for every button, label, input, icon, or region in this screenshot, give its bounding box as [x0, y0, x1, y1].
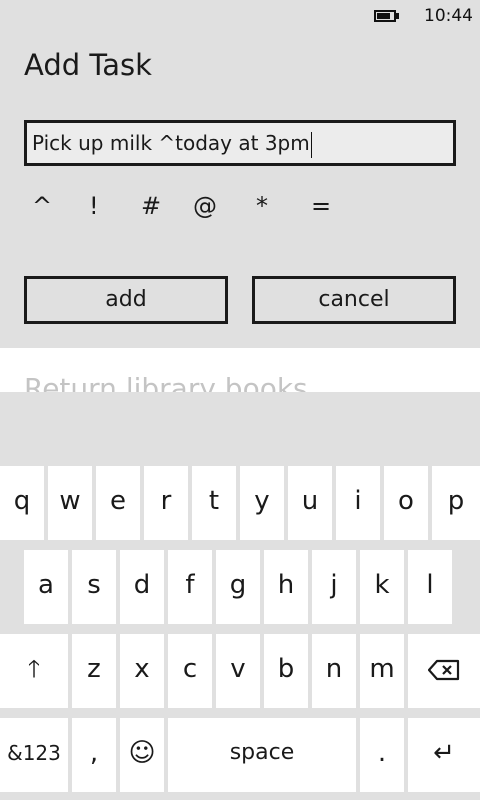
key-o[interactable]: o [384, 466, 428, 540]
key-n[interactable]: n [312, 634, 356, 708]
numbers-key[interactable]: &123 [0, 718, 68, 792]
key-c[interactable]: c [168, 634, 212, 708]
on-screen-keyboard: q w e r t y u i o p a s d f g h j k l 🡑 … [0, 392, 480, 800]
key-z[interactable]: z [72, 634, 116, 708]
cancel-button[interactable]: cancel [252, 276, 456, 324]
key-g[interactable]: g [216, 550, 260, 624]
period-key[interactable]: . [360, 718, 404, 792]
task-list: Return library books ... [0, 348, 480, 392]
backspace-key[interactable] [408, 634, 480, 708]
key-h[interactable]: h [264, 550, 308, 624]
key-t[interactable]: t [192, 466, 236, 540]
symbol-at-button[interactable]: @ [193, 192, 217, 220]
key-s[interactable]: s [72, 550, 116, 624]
backspace-icon [427, 659, 460, 680]
add-task-panel: Add Task Pick up milk ^today at 3pm ^ ! … [0, 32, 480, 348]
task-input-value: Pick up milk ^today at 3pm [32, 131, 310, 155]
key-f[interactable]: f [168, 550, 212, 624]
status-bar: 10:44 [0, 0, 480, 32]
key-k[interactable]: k [360, 550, 404, 624]
symbol-equals-button[interactable]: = [311, 192, 331, 220]
emoji-key[interactable]: ☺ [120, 718, 164, 792]
key-i[interactable]: i [336, 466, 380, 540]
key-a[interactable]: a [24, 550, 68, 624]
text-caret [310, 131, 312, 158]
list-item-more: ... [412, 376, 439, 392]
symbol-asterisk-button[interactable]: * [256, 192, 268, 220]
task-input[interactable]: Pick up milk ^today at 3pm [24, 120, 456, 166]
comma-key[interactable]: , [72, 718, 116, 792]
page-title: Add Task [24, 48, 152, 82]
key-y[interactable]: y [240, 466, 284, 540]
key-b[interactable]: b [264, 634, 308, 708]
key-p[interactable]: p [432, 466, 480, 540]
symbol-hash-button[interactable]: # [141, 192, 161, 220]
battery-icon [374, 10, 399, 22]
key-e[interactable]: e [96, 466, 140, 540]
key-x[interactable]: x [120, 634, 164, 708]
key-j[interactable]: j [312, 550, 356, 624]
symbol-caret-button[interactable]: ^ [32, 192, 52, 220]
key-r[interactable]: r [144, 466, 188, 540]
symbol-exclamation-button[interactable]: ! [89, 192, 99, 220]
key-m[interactable]: m [360, 634, 404, 708]
key-d[interactable]: d [120, 550, 164, 624]
enter-key[interactable]: ↵ [408, 718, 480, 792]
add-button[interactable]: add [24, 276, 228, 324]
key-l[interactable]: l [408, 550, 452, 624]
clock: 10:44 [424, 6, 473, 26]
key-q[interactable]: q [0, 466, 44, 540]
key-u[interactable]: u [288, 466, 332, 540]
key-v[interactable]: v [216, 634, 260, 708]
shift-key[interactable]: 🡑 [0, 634, 68, 708]
list-item[interactable]: Return library books [24, 372, 308, 392]
space-key[interactable]: space [168, 718, 356, 792]
key-w[interactable]: w [48, 466, 92, 540]
